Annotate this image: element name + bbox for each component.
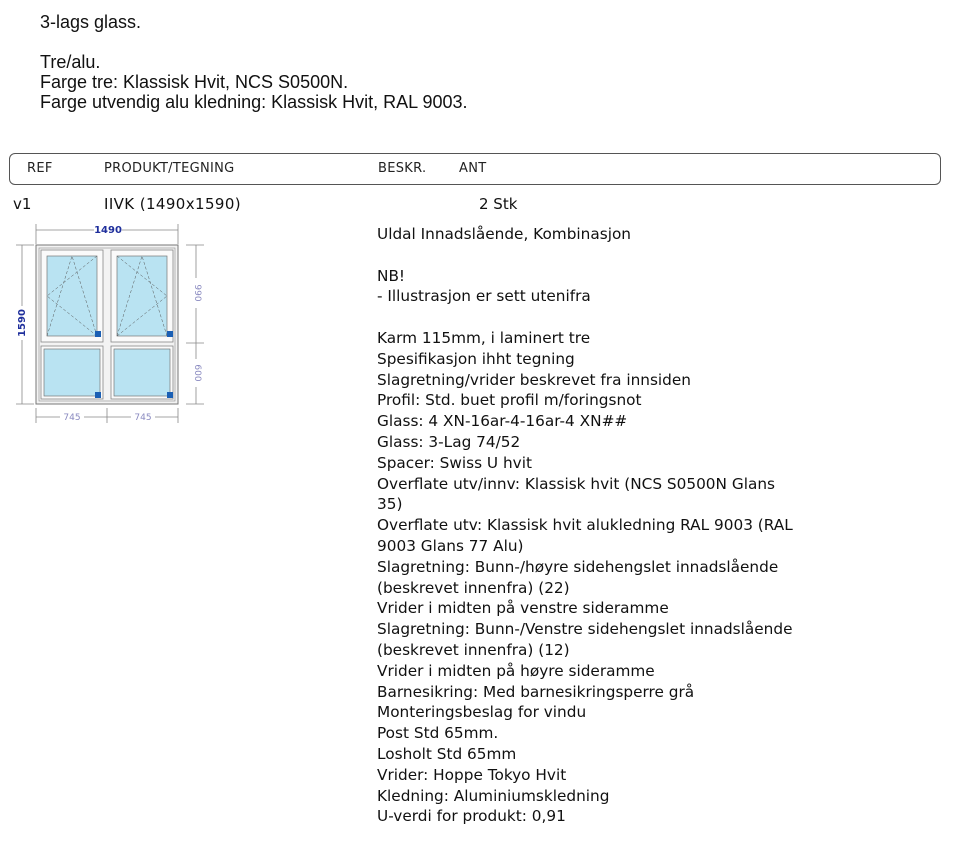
glass-lower-right — [113, 348, 171, 397]
window-drawing: 1490 1590 990 600 745 745 — [15, 223, 204, 423]
intro-color-wood: Farge tre: Klassisk Hvit, NCS S0500N. — [40, 72, 349, 92]
row-product: IIVK (1490x1590) — [104, 195, 242, 213]
description-line: Post Std 65mm. — [377, 724, 499, 743]
row-ref: v1 — [13, 195, 32, 213]
description-line: Slagretning: Bunn-/høyre sidehengslet in… — [377, 557, 779, 576]
description-line: U-verdi for produkt: 0,91 — [377, 807, 566, 826]
description-line: Overflate utv: Klassisk hvit alukledning… — [377, 516, 793, 535]
description-note-head: NB! — [377, 266, 406, 285]
description-line: Glass: 3-Lag 74/52 — [377, 432, 521, 451]
description-line: 9003 Glans 77 Alu) — [377, 536, 524, 555]
description-line: Slagretning/vrider beskrevet fra innside… — [377, 370, 691, 389]
dim-left-width-label: 745 — [63, 413, 80, 423]
handle-upper-left — [95, 331, 101, 337]
dim-upper-label: 990 — [192, 284, 202, 301]
header-ref: REF — [27, 161, 53, 176]
description-line: (beskrevet innenfra) (12) — [377, 640, 570, 659]
description-line: Barnesikring: Med barnesikringsperre grå — [377, 682, 695, 701]
intro-glass: 3-lags glass. — [40, 12, 142, 32]
description-line: Slagretning: Bunn-/Venstre sidehengslet … — [377, 620, 793, 639]
description-line: (beskrevet innenfra) (22) — [377, 578, 570, 597]
handle-lower-right — [167, 392, 173, 398]
description-line: Losholt Std 65mm — [377, 744, 517, 763]
glass-lower-left — [43, 348, 101, 397]
handle-lower-left — [95, 392, 101, 398]
description-line: Spacer: Swiss U hvit — [377, 453, 532, 472]
description-line: Kledning: Aluminiumskledning — [377, 786, 610, 805]
description-line: Glass: 4 XN-16ar-4-16ar-4 XN## — [377, 412, 628, 431]
product-description: Uldal Innadslående, Kombinasjon NB! - Il… — [377, 224, 807, 827]
description-line: Spesifikasjon ihht tegning — [377, 349, 575, 368]
intro-material: Tre/alu. — [40, 52, 101, 72]
description-line: Vrider i midten på høyre sideramme — [377, 661, 655, 680]
intro-color-alu: Farge utvendig alu kledning: Klassisk Hv… — [40, 92, 468, 112]
dim-width-label: 1490 — [94, 225, 122, 236]
description-line: Vrider: Hoppe Tokyo Hvit — [377, 765, 567, 784]
description-line: Overflate utv/innv: Klassisk hvit (NCS S… — [377, 474, 775, 493]
dim-height-label: 1590 — [17, 309, 28, 337]
dim-lower-label: 600 — [192, 364, 202, 381]
description-line: Vrider i midten på venstre sideramme — [377, 599, 669, 618]
header-product: PRODUKT/TEGNING — [104, 161, 235, 176]
description-line: Monteringsbeslag for vindu — [377, 703, 587, 722]
description-line: Profil: Std. buet profil m/foringsnot — [377, 391, 642, 410]
description-note: - Illustrasjon er sett utenifra — [377, 287, 591, 306]
dim-right-width-label: 745 — [134, 413, 151, 423]
header-qty: ANT — [459, 161, 487, 176]
intro-block: 3-lags glass. Tre/alu. Farge tre: Klassi… — [40, 12, 468, 112]
description-lines: Karm 115mm, i laminert tre Spesifikasjon … — [377, 328, 807, 827]
row-qty: 2 Stk — [479, 195, 518, 213]
description-title: Uldal Innadslående, Kombinasjon — [377, 225, 632, 243]
glass-upper-right — [116, 255, 168, 337]
header-descr: BESKR. — [378, 161, 427, 176]
handle-upper-right — [167, 331, 173, 337]
glass-upper-left — [46, 255, 98, 337]
description-line: 35) — [377, 495, 403, 514]
description-line: Karm 115mm, i laminert tre — [377, 328, 591, 347]
